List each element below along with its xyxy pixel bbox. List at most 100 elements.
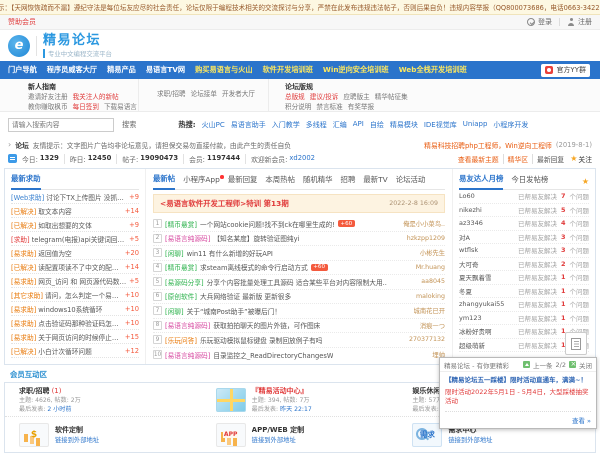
nav-item[interactable]: Web全栈开发培训班	[399, 65, 467, 75]
rank-username[interactable]: zhangyukai55	[459, 300, 516, 308]
hot-search-link[interactable]: 小程序开发	[493, 120, 528, 130]
hot-search-link[interactable]: 自绘	[370, 120, 384, 130]
previous-notice-link[interactable]: 上一条	[533, 360, 553, 370]
help-list-item[interactable]: [已解决] 读配置项读不了中文的配置项名称.. +14	[11, 260, 139, 274]
post-title[interactable]: 取文本内容	[38, 206, 123, 216]
new-member-link[interactable]: xd2002	[289, 154, 315, 164]
register-link[interactable]: 注册	[578, 17, 592, 27]
post-author[interactable]: 小彬先生	[420, 248, 445, 257]
rank-username[interactable]: ym123	[459, 314, 516, 322]
stats-quick-link[interactable]: 最新回复	[532, 154, 568, 164]
job-announcement-link[interactable]: 精易科技招聘php工程师，Win逆向工程师	[424, 140, 552, 150]
service-name[interactable]: APP/WEB 定制	[252, 425, 305, 435]
post-title[interactable]: 小白计次循环问题	[38, 346, 123, 356]
posts-tab[interactable]: 最新回复	[228, 174, 258, 189]
help-list-item[interactable]: [易求助] 网页_访问 和 网页源代码数据不.. +5	[11, 274, 139, 288]
post-title[interactable]: 获取拍拍聊天的图片外链，可作图床	[213, 320, 320, 330]
nav-item[interactable]: 软件开发培训班	[263, 65, 313, 75]
rank-tab[interactable]: 今日发帖榜	[511, 174, 548, 189]
chevron-icon[interactable]: ›	[8, 140, 11, 149]
post-title[interactable]: 一个网站cookie问题!找不到ck在哪里生成的!	[200, 219, 335, 229]
external-link[interactable]: 链接到外部地址	[448, 435, 492, 444]
post-title[interactable]: 返回值为空	[38, 248, 123, 258]
rule-link[interactable]: 有奖举报	[348, 103, 374, 113]
nav-item[interactable]: 购买易语言与火山	[195, 65, 253, 75]
nav-item[interactable]: 易语言TV网	[146, 65, 185, 75]
post-list-item[interactable]: 10 [易语言纯源码] 目录监控之_ReadDirectoryChangesW …	[153, 348, 445, 363]
rank-username[interactable]: Lo60	[459, 192, 516, 200]
guide-link[interactable]: 每日签到	[73, 103, 99, 113]
post-list-item[interactable]: 5 [易源码分享] 分享个内容批量处理工具源码 适合某些平台对内容限制大用.. …	[153, 275, 445, 290]
external-link[interactable]: 链接到外部地址	[55, 435, 99, 444]
post-title[interactable]: 分享个内容批量处理工具源码 适合某些平台对内容限制大用..	[207, 277, 387, 287]
post-title[interactable]: 求steam离线模式的命令行启动方式	[200, 262, 308, 272]
post-list-item[interactable]: 8 [易语言纯源码] 获取拍拍聊天的图片外链，可作图床 消痕一つ	[153, 319, 445, 334]
site-logo-icon[interactable]: e	[8, 35, 30, 57]
post-author[interactable]: 俺是小小菜鸟..	[403, 219, 445, 228]
help-list-item[interactable]: [已解决] 取文本内容 +14	[11, 204, 139, 218]
guide-link[interactable]: 邀请好友注册	[28, 93, 68, 103]
post-list-item[interactable]: 6 [原创软件] 大兵网络验证 最新版 更新很多 maloking	[153, 290, 445, 305]
hot-search-link[interactable]: API	[353, 120, 364, 130]
posts-tab[interactable]: 招聘	[341, 174, 356, 189]
posts-tab[interactable]: 最新TV	[363, 174, 387, 189]
rank-username[interactable]: az3346	[459, 219, 516, 227]
posts-tab[interactable]: 论坛活动	[396, 174, 426, 189]
stats-quick-link[interactable]: 精华区	[503, 154, 532, 164]
tab-latest-help[interactable]: 最新求助	[11, 173, 41, 190]
rank-username[interactable]: nikezhi	[459, 206, 516, 214]
post-title[interactable]: win11 有什么新增的好玩API	[187, 248, 273, 258]
post-title[interactable]: windows10系统循环	[38, 304, 123, 314]
post-author[interactable]: aa8045	[421, 278, 445, 285]
help-list-item[interactable]: [已解决] 如取出想要的文体 +9	[11, 218, 139, 232]
rank-username[interactable]: 超级萌新	[459, 340, 516, 350]
guide-link[interactable]: 论坛接单	[191, 90, 217, 100]
post-title[interactable]: 关于网页访问的时候停止的问题..	[38, 332, 123, 342]
post-title[interactable]: 目录监控之_ReadDirectoryChangesW	[213, 350, 333, 360]
hot-search-link[interactable]: 入门教学	[272, 120, 300, 130]
guide-link[interactable]: 开发者大厅	[222, 90, 255, 100]
nav-item[interactable]: 精易产品	[107, 65, 136, 75]
nav-item[interactable]: 程序员威客大厅	[47, 65, 97, 75]
post-author[interactable]: 消痕一つ	[420, 321, 445, 330]
sponsor-member-link[interactable]: 赞助会员	[8, 17, 36, 27]
post-title[interactable]: 请问，怎么判定一个易语言软件是..	[45, 290, 123, 300]
help-list-item[interactable]: [求助] telegram(电报)api关键词回复.. +5	[11, 232, 139, 246]
hot-search-link[interactable]: 易语言助手	[231, 120, 266, 130]
post-list-item[interactable]: 4 [精币悬赏] 求steam离线模式的命令行启动方式 +60 Mr.huang	[153, 261, 445, 276]
service-cell[interactable]: APP APP/WEB 定制 链接到外部地址	[202, 417, 399, 452]
forum-name[interactable]: 『精易活动中心』	[252, 386, 312, 396]
post-title[interactable]: 【知名某度】旋转验证图纯yi	[213, 233, 299, 243]
rank-username[interactable]: 大可奇	[459, 259, 516, 269]
post-author[interactable]: hzkzpp1209	[407, 235, 445, 242]
stats-quick-link[interactable]: 查看最新主题	[454, 154, 503, 164]
last-post-time[interactable]: 2 小时前	[47, 406, 71, 413]
post-title[interactable]: 如取出想要的文体	[38, 220, 127, 230]
rule-link[interactable]: 精华帖征集	[375, 93, 408, 103]
rule-link[interactable]: 禁言标准	[316, 103, 342, 113]
help-list-item[interactable]: [其它求助] 请问，怎么判定一个易语言软件是.. +10	[11, 288, 139, 302]
login-link[interactable]: 登录	[538, 17, 552, 27]
post-title[interactable]: 点击验证码那种验证码怎么获取时..	[38, 318, 123, 328]
breadcrumb[interactable]: 论坛	[15, 140, 29, 150]
posts-tab[interactable]: 随机精华	[303, 174, 333, 189]
rule-link[interactable]: 应聘版主	[343, 93, 369, 103]
help-list-item[interactable]: [易求助] 点击验证码那种验证码怎么获取时.. +10	[11, 316, 139, 330]
service-name[interactable]: 软件定制	[55, 425, 99, 435]
hot-search-link[interactable]: 精易模块	[390, 120, 418, 130]
posts-tab[interactable]: 小程序App	[183, 174, 220, 189]
external-link[interactable]: 链接到外部地址	[252, 435, 305, 444]
help-list-item[interactable]: [易求助] 关于网页访问的时候停止的问题.. +15	[11, 330, 139, 344]
rank-username[interactable]: 冰粉好贵啊	[459, 326, 516, 336]
previous-notice-icon[interactable]	[523, 361, 530, 368]
post-author[interactable]: maloking	[416, 293, 445, 300]
help-list-item[interactable]: [易求助] windows10系统循环 +10	[11, 302, 139, 316]
post-list-item[interactable]: 7 [闲聊] 关于“城南Post助手”被曝后门！ 城南花已开	[153, 304, 445, 319]
guide-link[interactable]: 教你赚取枫币	[28, 103, 68, 113]
rule-link[interactable]: 建议/投诉	[310, 93, 339, 103]
last-post-time[interactable]: 昨天 22:17	[280, 406, 312, 413]
post-title[interactable]: 网页_访问 和 网页源代码数据不..	[38, 276, 127, 286]
help-list-item[interactable]: [易求助] 返回值为空 +20	[11, 246, 139, 260]
pinned-announcement[interactable]: <易语言软件开发工程师>特训 第13期 2022-2-8 16:09	[153, 194, 445, 213]
rule-link[interactable]: 总版规	[285, 93, 305, 103]
